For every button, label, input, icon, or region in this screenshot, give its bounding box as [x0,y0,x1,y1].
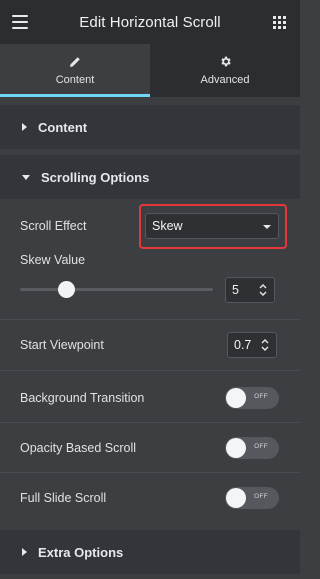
number-spinner-icon[interactable] [258,283,268,297]
divider [0,472,300,473]
skew-value-input[interactable]: 5 [225,277,275,303]
skew-value-number: 5 [232,283,239,297]
panel-tabs: Content Advanced [0,44,300,97]
section-extra-options[interactable]: Extra Options [0,530,300,574]
background-transition-label: Background Transition [20,391,145,405]
caret-right-icon [22,548,27,556]
tab-content[interactable]: Content [0,44,150,97]
section-content-label: Content [38,119,88,135]
divider [0,422,300,423]
pencil-icon [70,56,80,67]
toggle-state: OFF [254,493,268,500]
scroll-effect-label: Scroll Effect [20,219,87,233]
hamburger-menu-icon[interactable] [12,15,28,29]
toggle-state: OFF [254,393,268,400]
section-content[interactable]: Content [0,105,300,149]
number-spinner-icon[interactable] [260,338,270,352]
panel-title: Edit Horizontal Scroll [79,13,221,31]
start-viewpoint-label: Start Viewpoint [20,338,104,352]
opacity-scroll-toggle[interactable]: OFF [225,437,279,459]
start-viewpoint-number: 0.7 [234,338,252,352]
tab-advanced[interactable]: Advanced [150,44,300,97]
caret-right-icon [22,123,27,131]
top-bar: Edit Horizontal Scroll [0,0,300,44]
section-scrolling-label: Scrolling Options [41,169,150,185]
full-slide-toggle[interactable]: OFF [225,487,279,509]
toggle-state: OFF [254,443,268,450]
toggle-knob [226,438,246,458]
gear-icon [220,56,231,67]
opacity-scroll-label: Opacity Based Scroll [20,441,137,455]
skew-slider-track[interactable] [20,288,213,291]
caret-down-icon [22,174,30,180]
toggle-knob [226,388,246,408]
background-transition-toggle[interactable]: OFF [225,387,279,409]
toggle-knob [226,488,246,508]
highlight-box [139,204,287,249]
section-scrolling-options[interactable]: Scrolling Options [0,155,300,199]
full-slide-label: Full Slide Scroll [20,491,107,505]
tab-advanced-label: Advanced [200,74,250,86]
start-viewpoint-input[interactable]: 0.7 [227,332,277,358]
divider [0,370,300,371]
section-extra-label: Extra Options [38,544,124,560]
widgets-grid-icon[interactable] [273,16,286,29]
skew-value-label: Skew Value [20,253,86,267]
divider [0,319,300,320]
tab-content-label: Content [55,73,95,86]
skew-slider-handle[interactable] [57,281,75,298]
